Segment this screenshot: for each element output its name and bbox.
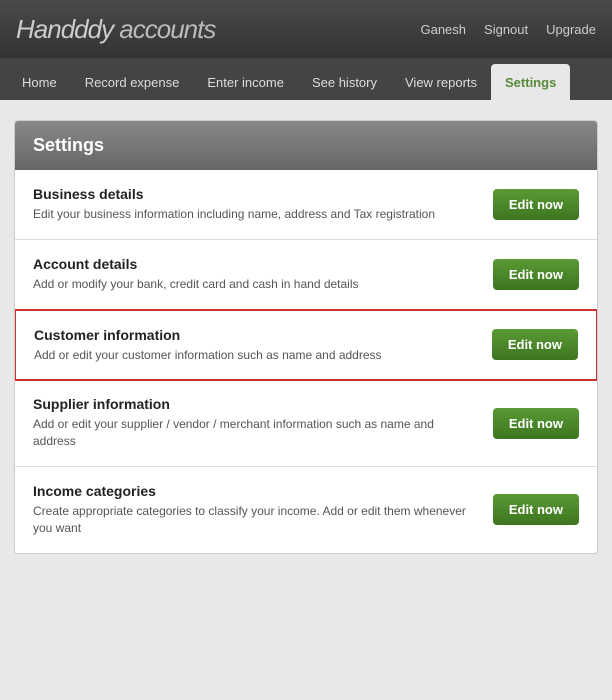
settings-row-business-details: Business details Edit your business info… [15,170,597,240]
row-text-customer-information: Customer information Add or edit your cu… [34,327,492,364]
row-title-business-details: Business details [33,186,477,202]
header-nav-user[interactable]: Ganesh [420,22,466,37]
settings-row-income-categories: Income categories Create appropriate cat… [15,467,597,553]
logo-brand: Handddy [16,14,113,44]
row-desc-supplier-information: Add or edit your supplier / vendor / mer… [33,416,477,450]
edit-now-button-customer-information[interactable]: Edit now [492,329,578,360]
settings-panel: Settings Business details Edit your busi… [14,120,598,554]
header-nav-signout[interactable]: Signout [484,22,528,37]
row-title-supplier-information: Supplier information [33,396,477,412]
page-content: Settings Business details Edit your busi… [0,100,612,574]
row-title-customer-information: Customer information [34,327,476,343]
row-text-account-details: Account details Add or modify your bank,… [33,256,493,293]
row-text-supplier-information: Supplier information Add or edit your su… [33,396,493,450]
row-text-income-categories: Income categories Create appropriate cat… [33,483,493,537]
tab-record-expense[interactable]: Record expense [71,64,194,100]
tab-view-reports[interactable]: View reports [391,64,491,100]
settings-panel-header: Settings [15,121,597,170]
tab-home[interactable]: Home [8,64,71,100]
app-logo: Handddy accounts [16,14,215,45]
settings-title: Settings [33,135,579,156]
edit-now-button-account-details[interactable]: Edit now [493,259,579,290]
settings-row-supplier-information: Supplier information Add or edit your su… [15,380,597,467]
settings-row-customer-information: Customer information Add or edit your cu… [14,309,598,382]
edit-now-button-supplier-information[interactable]: Edit now [493,408,579,439]
row-desc-income-categories: Create appropriate categories to classif… [33,503,477,537]
nav-tabs: Home Record expense Enter income See his… [0,58,612,100]
edit-now-button-business-details[interactable]: Edit now [493,189,579,220]
row-desc-account-details: Add or modify your bank, credit card and… [33,276,477,293]
edit-now-button-income-categories[interactable]: Edit now [493,494,579,525]
row-text-business-details: Business details Edit your business info… [33,186,493,223]
header-nav: Ganesh Signout Upgrade [420,22,596,37]
row-title-account-details: Account details [33,256,477,272]
tab-settings[interactable]: Settings [491,64,570,100]
settings-row-account-details: Account details Add or modify your bank,… [15,240,597,310]
tab-see-history[interactable]: See history [298,64,391,100]
tab-enter-income[interactable]: Enter income [193,64,298,100]
row-desc-customer-information: Add or edit your customer information su… [34,347,476,364]
logo-suffix: accounts [113,14,215,44]
row-desc-business-details: Edit your business information including… [33,206,477,223]
row-title-income-categories: Income categories [33,483,477,499]
header-nav-upgrade[interactable]: Upgrade [546,22,596,37]
app-header: Handddy accounts Ganesh Signout Upgrade [0,0,612,58]
